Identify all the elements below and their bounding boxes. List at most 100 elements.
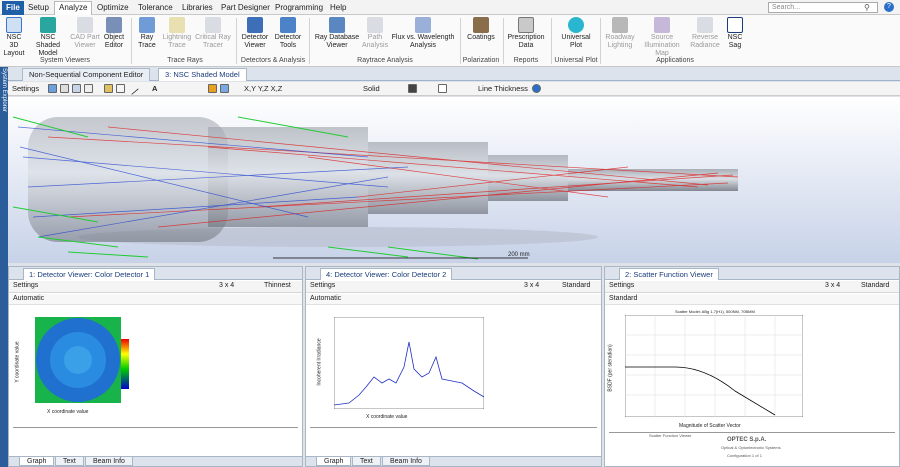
nsc-sag-button[interactable]: NSC Sag [724, 17, 746, 50]
tab-help[interactable]: Help [326, 2, 350, 15]
tab-libraries[interactable]: Libraries [178, 2, 217, 15]
nsc-3d-layout-button[interactable]: NSC 3D Layout [2, 17, 26, 58]
tab-text[interactable]: Text [352, 457, 381, 466]
help-icon[interactable]: ? [884, 2, 894, 12]
tab-detector-1[interactable]: 1: Detector Viewer: Color Detector 1 [23, 268, 156, 280]
cad-part-icon [77, 17, 93, 33]
arrow-icon[interactable] [126, 82, 139, 95]
line-style-dropdown[interactable]: Thinnest [264, 281, 291, 291]
tab-beam-info[interactable]: Beam Info [382, 457, 430, 466]
tab-optimize[interactable]: Optimize [93, 2, 133, 15]
refresh-icon[interactable] [48, 84, 57, 93]
detector-viewer-icon [247, 17, 263, 33]
export-icon[interactable] [72, 84, 81, 93]
document-tab-bar: Non-Sequential Component Editor 3: NSC S… [8, 67, 900, 81]
detector-1-map [35, 317, 121, 403]
rectangle-icon[interactable] [116, 84, 125, 93]
prescription-data-button[interactable]: Prescription Data [506, 17, 546, 50]
group-system-viewers: System Viewers [39, 57, 91, 64]
detector-viewer-pane-1: 1: Detector Viewer: Color Detector 1 Set… [8, 266, 303, 467]
lightning-trace-button[interactable]: Lightning Trace [161, 17, 193, 50]
flux-wavelength-icon [415, 17, 431, 33]
y-axis-label: Incoherent Irradiance [316, 338, 323, 386]
text-tool-icon[interactable]: A [152, 83, 157, 94]
help-icon[interactable] [532, 84, 541, 93]
scale-label: 200 mm [508, 252, 530, 258]
pane-3-toolbar: Settings 3 x 4 Standard [605, 281, 899, 293]
print-icon[interactable] [84, 84, 93, 93]
solid-dropdown[interactable]: Solid [363, 83, 380, 94]
flux-wavelength-button[interactable]: Flux vs. Wavelength Analysis [390, 17, 456, 50]
tab-programming[interactable]: Programming [271, 2, 327, 15]
detector-tools-button[interactable]: Detector Tools [272, 17, 304, 50]
shaded-model-viewport[interactable]: 200 mm [8, 97, 900, 263]
scale-mode-dropdown[interactable]: Automatic [310, 294, 341, 304]
line-thickness-dropdown[interactable]: Line Thickness [478, 83, 528, 94]
group-trace-rays: Trace Rays [167, 57, 203, 64]
atom-icon [568, 17, 584, 33]
line-style-dropdown[interactable]: Standard [562, 281, 590, 291]
detector-viewer-button[interactable]: Detector Viewer [240, 17, 270, 50]
y-axis-label: BSDF (per steradian) [607, 344, 614, 392]
tab-part-designer[interactable]: Part Designer [217, 2, 274, 15]
ray-trace-button[interactable]: Ray Trace [134, 17, 160, 50]
ray-database-icon [329, 17, 345, 33]
search-input[interactable]: Search... [768, 2, 878, 13]
universal-plot-button[interactable]: Universal Plot [556, 17, 596, 50]
settings-button[interactable]: Settings [609, 281, 634, 291]
tab-graph[interactable]: Graph [316, 457, 352, 466]
tab-graph[interactable]: Graph [19, 457, 55, 466]
color-icon[interactable] [408, 84, 417, 93]
group-polarization: Polarization [462, 57, 500, 64]
settings-button[interactable]: Settings [13, 281, 38, 291]
sag-icon [727, 17, 743, 33]
reverse-radiance-button[interactable]: Reverse Radiance [688, 17, 722, 50]
rotate-icon[interactable] [208, 84, 217, 93]
group-raytrace-analysis: Raytrace Analysis [357, 57, 413, 64]
nsc-shaded-model-button[interactable]: NSC Shaded Model [28, 17, 68, 58]
x-axis-label: X coordinate value [47, 409, 89, 415]
path-analysis-button[interactable]: Path Analysis [362, 17, 388, 50]
pencil-icon[interactable] [104, 84, 113, 93]
tab-setup[interactable]: Setup [24, 2, 53, 15]
layout-grid-dropdown[interactable]: 3 x 4 [219, 281, 234, 291]
tab-scatter-function[interactable]: 2: Scatter Function Viewer [619, 268, 719, 280]
search-icon[interactable]: ⚲ [864, 3, 870, 12]
line-style-dropdown[interactable]: Standard [861, 281, 889, 291]
layout-3d-icon [6, 17, 22, 33]
critical-ray-tracer-button[interactable]: Critical Ray Tracer [195, 17, 231, 50]
tab-text[interactable]: Text [55, 457, 84, 466]
group-reports: Reports [513, 57, 539, 64]
scale-mode-dropdown[interactable]: Standard [609, 294, 637, 304]
tab-component-editor[interactable]: Non-Sequential Component Editor [22, 68, 151, 81]
layout-grid-dropdown[interactable]: 3 x 4 [524, 281, 539, 291]
view-axes-buttons[interactable]: X,Y Y,Z X,Z [244, 83, 282, 94]
zoom-icon[interactable] [220, 84, 229, 93]
coatings-button[interactable]: Coatings [466, 17, 496, 42]
layout-grid-dropdown[interactable]: 3 x 4 [825, 281, 840, 291]
scale-mode-dropdown[interactable]: Automatic [13, 294, 44, 304]
tab-file[interactable]: File [2, 1, 24, 15]
lightning-icon [169, 17, 185, 33]
layout-icon[interactable] [438, 84, 447, 93]
system-explorer-strip[interactable]: System Explorer [0, 67, 8, 467]
object-editor-button[interactable]: Object Editor [101, 17, 127, 50]
path-analysis-icon [367, 17, 383, 33]
source-illumination-map-button[interactable]: Source Illumination Map [638, 17, 686, 58]
tab-tolerance[interactable]: Tolerance [134, 2, 177, 15]
y-axis-label: Y coordinate value [14, 341, 21, 383]
tab-detector-2[interactable]: 4: Detector Viewer: Color Detector 2 [320, 268, 453, 280]
tab-nsc-shaded-model[interactable]: 3: NSC Shaded Model [158, 68, 247, 81]
settings-button[interactable]: Settings [310, 281, 335, 291]
cad-part-viewer-button[interactable]: CAD Part Viewer [70, 17, 100, 50]
roadway-lighting-button[interactable]: Roadway Lighting [604, 17, 636, 50]
copy-icon[interactable] [60, 84, 69, 93]
tab-analyze[interactable]: Analyze [54, 1, 93, 15]
scatter-function-pane: 2: Scatter Function Viewer Settings 3 x … [604, 266, 900, 467]
scatter-plot [625, 315, 803, 417]
critical-ray-icon [205, 17, 221, 33]
settings-button[interactable]: Settings [12, 83, 39, 94]
ray-database-viewer-button[interactable]: Ray Database Viewer [314, 17, 360, 50]
tab-beam-info[interactable]: Beam Info [85, 457, 133, 466]
shaded-model-icon [40, 17, 56, 33]
